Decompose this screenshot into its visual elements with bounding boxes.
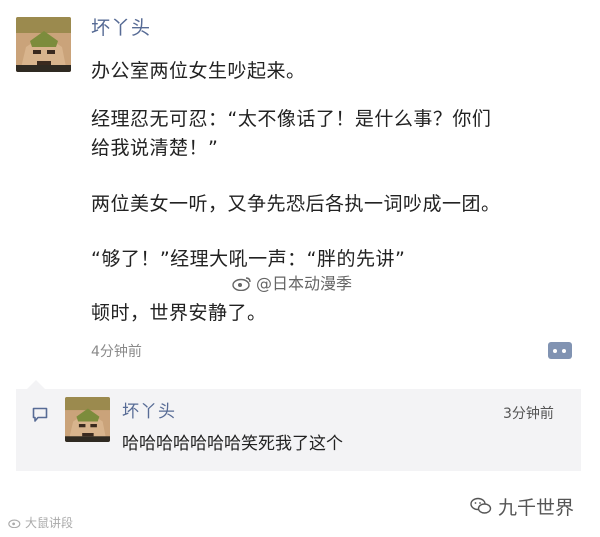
speech-bubble-icon: [32, 407, 48, 427]
post-nickname[interactable]: 坏丫头: [91, 13, 151, 40]
comment-dots-icon[interactable]: [548, 342, 572, 359]
comment-nickname[interactable]: 坏丫头: [122, 397, 176, 422]
post-text-line: 两位美女一听，又争先恐后各执一词吵成一团。: [91, 193, 501, 215]
comment-avatar[interactable]: [65, 397, 110, 442]
post-avatar[interactable]: [16, 17, 71, 72]
footer-right-watermark: 九千世界: [470, 493, 574, 520]
dot-icon: [562, 349, 566, 353]
wechat-logo-icon: [470, 497, 492, 520]
post-text-line: 顿时，世界安静了。: [91, 302, 267, 324]
footer-left-watermark-text: 大鼠讲段: [25, 516, 74, 530]
comment-text: 哈哈哈哈哈哈哈笑死我了这个: [122, 434, 343, 454]
post-text-line: “够了！”经理大吼一声：“胖的先讲”: [91, 248, 406, 270]
post-timestamp: 4分钟前: [91, 344, 142, 360]
overlay-watermark-text: @日本动漫季: [256, 274, 353, 293]
post-text-line: 给我说清楚！”: [91, 137, 219, 159]
post-text-line: 办公室两位女生吵起来。: [91, 60, 306, 82]
weibo-logo-icon: [8, 517, 22, 531]
post-text-line: 经理忍无可忍：“太不像话了！是什么事？你们: [91, 108, 492, 130]
dot-icon: [553, 349, 557, 353]
footer-left-watermark: 大鼠讲段: [8, 514, 73, 531]
footer-right-watermark-text: 九千世界: [498, 497, 575, 519]
weibo-logo-icon: [232, 275, 252, 295]
comment-timestamp: 3分钟前: [503, 406, 554, 422]
overlay-watermark: @日本动漫季: [232, 270, 352, 295]
